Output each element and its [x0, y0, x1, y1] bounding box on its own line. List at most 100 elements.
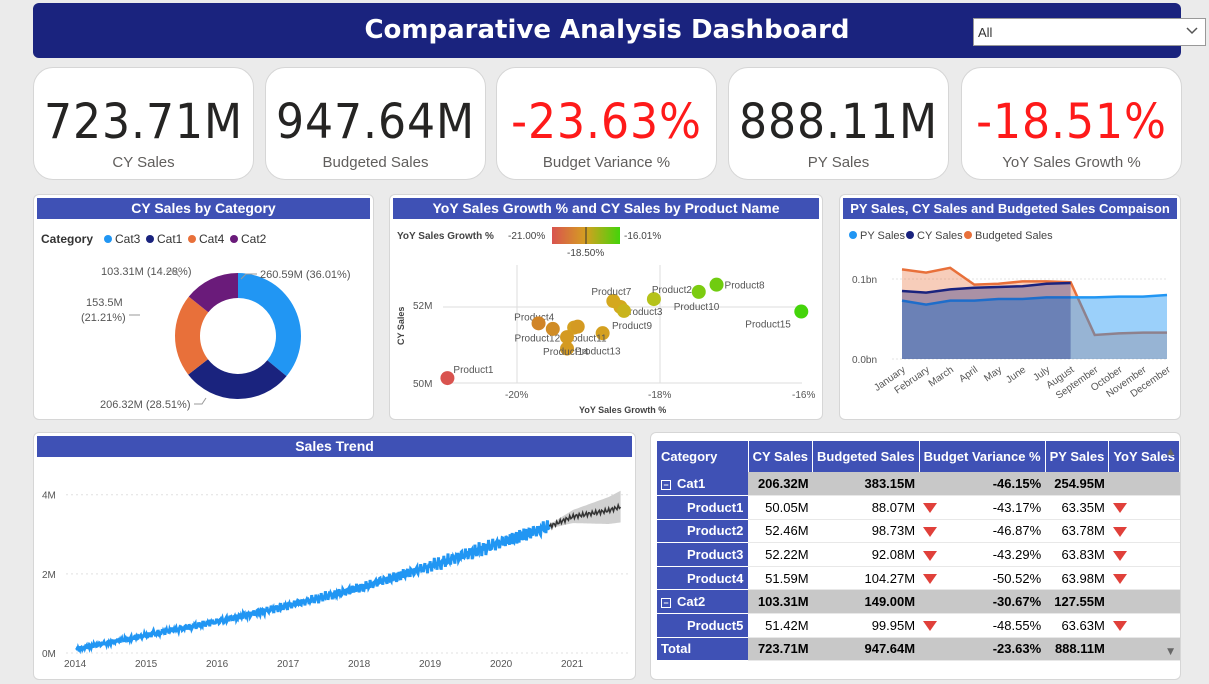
scatter-points[interactable]: Product1Product2Product3Product4Product7… — [440, 277, 809, 386]
column-header-cy-sales[interactable]: CY Sales — [748, 441, 814, 472]
trend-line-actual[interactable] — [75, 520, 551, 655]
category-cell[interactable]: − Cat2 — [657, 589, 749, 615]
x-tick-label: April — [957, 364, 980, 384]
kpi-card-budget-variance[interactable]: -23.63% Budget Variance % — [496, 67, 717, 180]
scatter-point-label: Product7 — [591, 287, 631, 298]
category-cell[interactable]: − Cat1 — [657, 472, 749, 497]
area-cy-sales — [902, 283, 1071, 359]
y-tick-label: 0.0bn — [852, 355, 877, 366]
table-row[interactable]: Product4 51.59M 104.27M -50.52% 63.98M — [657, 566, 1180, 591]
scatter-point[interactable] — [617, 303, 631, 318]
total-row[interactable]: Total 723.71M 947.64M -23.63% 888.11M — [657, 637, 1180, 662]
scroll-down-icon[interactable]: ▼ — [1167, 647, 1174, 657]
x-tick-label: 2014 — [64, 659, 87, 670]
scatter-point[interactable] — [560, 330, 575, 345]
filter-dropdown[interactable]: All — [973, 18, 1206, 46]
legend-item-py[interactable]: PY Sales — [860, 230, 906, 242]
budget-variance-cell: -46.87% — [919, 519, 1046, 544]
py-sales-cell: 63.78M — [1045, 519, 1109, 544]
product-name-cell[interactable]: Product4 — [657, 566, 749, 591]
yoy-sales-cell — [1108, 495, 1180, 520]
gradient-min-label: -21.00% — [508, 231, 545, 242]
donut-slice-cat1[interactable] — [188, 359, 287, 399]
kpi-card-py-sales[interactable]: 888.11M PY Sales — [728, 67, 949, 180]
donut-slices[interactable] — [175, 273, 301, 399]
y-axis-label: CY Sales — [396, 307, 406, 345]
x-tick-label: 2016 — [206, 659, 229, 670]
matrix-header-row: Category CY Sales Budgeted Sales Budget … — [657, 441, 1180, 472]
collapse-icon[interactable]: − — [661, 479, 671, 490]
sales-trend-chart: 4M 2M 0M 2014 2015 2016 2017 2018 2019 2020 2021 — [42, 491, 629, 670]
kpi-card-cy-sales[interactable]: 723.71M CY Sales — [33, 67, 254, 180]
legend-item-budget[interactable]: Budgeted Sales — [975, 230, 1053, 242]
scatter-point[interactable] — [709, 277, 724, 292]
kpi-card-budgeted-sales[interactable]: 947.64M Budgeted Sales — [265, 67, 486, 180]
column-header-py-sales[interactable]: PY Sales — [1045, 441, 1110, 472]
legend-item-cat4[interactable]: Cat4 — [199, 232, 225, 246]
comparison-chart-card[interactable]: PY Sales, CY Sales and Budgeted Sales Co… — [839, 194, 1181, 420]
scatter-point[interactable] — [531, 316, 546, 331]
trend-chart-plot[interactable]: 4M 2M 0M 2014 2015 2016 2017 2018 2019 2020 2021 — [42, 491, 629, 670]
sales-trend-card[interactable]: Sales Trend 4M 2M 0M 2014 2015 2016 2017 2018 20… — [33, 432, 636, 680]
budgeted-sales-cell: 104.27M — [812, 566, 920, 591]
product-name-cell[interactable]: Product1 — [657, 495, 749, 520]
budgeted-sales-cell: 88.07M — [812, 495, 920, 520]
total-py-sales: 888.11M — [1045, 637, 1109, 662]
legend-marker-cat3 — [104, 235, 112, 243]
column-header-category[interactable]: Category — [657, 441, 749, 472]
down-triangle-icon — [923, 550, 938, 561]
yoy-sales-cell — [1108, 542, 1180, 567]
column-header-budgeted-sales[interactable]: Budgeted Sales — [812, 441, 920, 472]
x-tick-label: -18% — [648, 390, 671, 401]
column-header-budget-variance[interactable]: Budget Variance % — [919, 441, 1046, 472]
x-tick-label: -20% — [505, 390, 528, 401]
scroll-up-icon[interactable]: ▲ — [1167, 447, 1174, 457]
label-cat2: 103.31M (14.28%) — [101, 266, 192, 278]
legend-item-cy[interactable]: CY Sales — [917, 230, 963, 242]
legend-item-cat1[interactable]: Cat1 — [157, 232, 183, 246]
y-tick-label: 2M — [42, 570, 56, 581]
x-tick-label: 2021 — [561, 659, 584, 670]
collapse-icon[interactable]: − — [661, 597, 671, 608]
table-row[interactable]: − Cat1 206.32M 383.15M -46.15% 254.95M — [657, 472, 1180, 497]
yoy-sales-cell — [1108, 613, 1180, 638]
donut-slice-cat3[interactable] — [238, 273, 301, 377]
scatter-point[interactable] — [794, 304, 809, 319]
donut-chart: Category Cat3 Cat1 Cat4 Cat2 260.59M (36… — [41, 232, 351, 411]
legend-item-cat2[interactable]: Cat2 — [241, 232, 267, 246]
product-name-cell[interactable]: Product2 — [657, 519, 749, 544]
legend-item-cat3[interactable]: Cat3 — [115, 232, 141, 246]
comparison-legend: PY Sales CY Sales Budgeted Sales — [849, 230, 1053, 242]
scatter-point[interactable] — [570, 319, 585, 334]
down-triangle-icon — [1112, 527, 1127, 538]
table-row[interactable]: Product1 50.05M 88.07M -43.17% 63.35M — [657, 495, 1180, 520]
total-budget-variance: -23.63% — [919, 637, 1046, 662]
product-name-cell[interactable]: Product3 — [657, 542, 749, 567]
scatter-point-label: Product15 — [745, 320, 791, 331]
kpi-value: 888.11M — [738, 94, 939, 150]
cy-sales-cell: 103.31M — [748, 589, 813, 615]
area-chart-plot[interactable]: 0.1bn0.0bnJanuaryFebruaryMarch April May Ju… — [852, 266, 1173, 402]
kpi-value: 947.64M — [275, 94, 476, 150]
scatter-chart-card[interactable]: YoY Sales Growth % and CY Sales by Produ… — [389, 194, 823, 420]
donut-chart-card[interactable]: CY Sales by Category Category Cat3 Cat1 … — [33, 194, 374, 420]
table-row[interactable]: − Cat2 103.31M 149.00M -30.67% 127.55M — [657, 589, 1180, 615]
table-row[interactable]: Product2 52.46M 98.73M -46.87% 63.78M — [657, 519, 1180, 544]
product-name-cell[interactable]: Product5 — [657, 613, 749, 638]
kpi-card-yoy-growth[interactable]: -18.51% YoY Sales Growth % — [961, 67, 1182, 180]
budget-variance-cell: -43.17% — [919, 495, 1046, 520]
legend-marker-cat4 — [188, 235, 196, 243]
scatter-point[interactable] — [545, 321, 560, 336]
cy-sales-cell: 51.59M — [748, 566, 813, 591]
sales-matrix[interactable]: Category CY Sales Budgeted Sales Budget … — [650, 432, 1181, 680]
table-row[interactable]: Product5 51.42M 99.95M -48.55% 63.63M — [657, 613, 1180, 638]
scatter-point[interactable] — [440, 371, 455, 386]
scatter-point[interactable] — [691, 284, 706, 299]
budget-variance-value: -43.29% — [992, 547, 1042, 563]
table-row[interactable]: Product3 52.22M 92.08M -43.29% 63.83M — [657, 542, 1180, 567]
budget-variance-cell: -43.29% — [919, 542, 1046, 567]
chevron-down-icon — [1186, 27, 1198, 35]
matrix-table: Category CY Sales Budgeted Sales Budget … — [657, 441, 1180, 662]
legend-title: Category — [41, 232, 93, 246]
y-tick-label: 4M — [42, 491, 56, 502]
